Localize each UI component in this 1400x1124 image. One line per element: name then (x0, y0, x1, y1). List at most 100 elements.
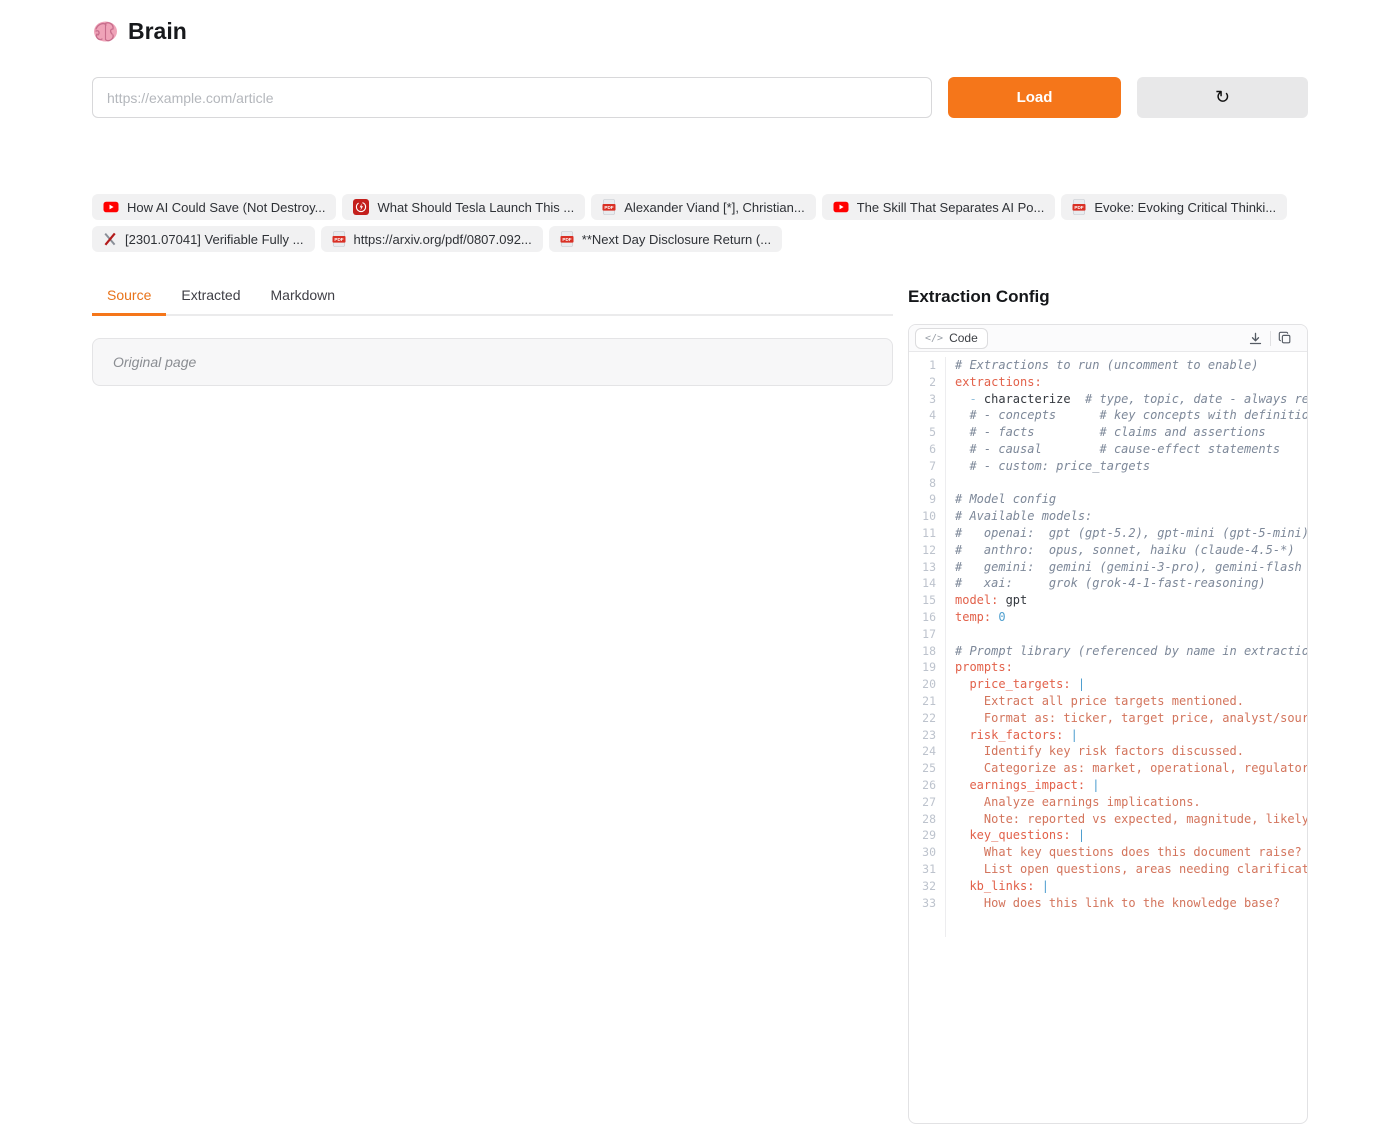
line-number: 18 (909, 643, 936, 660)
chip-label: **Next Day Disclosure Return (... (582, 232, 771, 247)
line-number: 32 (909, 878, 936, 895)
line-number: 17 (909, 626, 936, 643)
source-panel: SourceExtractedMarkdown Original page (92, 287, 893, 386)
view-tabs: SourceExtractedMarkdown (92, 287, 893, 316)
line-number: 20 (909, 676, 936, 693)
line-number: 26 (909, 777, 936, 794)
line-number: 29 (909, 827, 936, 844)
code-line: extractions: (955, 374, 1307, 391)
line-number: 14 (909, 575, 936, 592)
download-icon (1248, 331, 1263, 346)
copy-icon (1278, 331, 1292, 345)
app-container: Brain Load ↻ How AI Could Save (Not Dest… (92, 0, 1308, 1124)
line-number: 16 (909, 609, 936, 626)
code-area[interactable]: 1234567891011121314151617181920212223242… (909, 352, 1307, 937)
source-chip[interactable]: PDF **Next Day Disclosure Return (... (549, 226, 782, 252)
line-number: 1 (909, 357, 936, 374)
copy-button[interactable] (1271, 331, 1299, 345)
code-line: What key questions does this document ra… (955, 844, 1307, 861)
source-chip[interactable]: [2301.07041] Verifiable Fully ... (92, 226, 315, 252)
chip-label: https://arxiv.org/pdf/0807.092... (354, 232, 532, 247)
line-number: 31 (909, 861, 936, 878)
line-number: 4 (909, 407, 936, 424)
source-chip[interactable]: The Skill That Separates AI Po... (822, 194, 1056, 220)
line-number: 13 (909, 559, 936, 576)
load-button[interactable]: Load (948, 77, 1121, 118)
url-input[interactable] (92, 77, 932, 118)
code-line: model: gpt (955, 592, 1307, 609)
bolt-icon (353, 199, 369, 215)
code-line: key_questions: | (955, 827, 1307, 844)
chip-label: How AI Could Save (Not Destroy... (127, 200, 325, 215)
code-line: List open questions, areas needing clari… (955, 861, 1307, 878)
code-line: Format as: ticker, target price, analyst… (955, 710, 1307, 727)
pdf-icon: PDF (602, 199, 616, 215)
url-row: Load ↻ (92, 77, 1308, 118)
chip-label: The Skill That Separates AI Po... (857, 200, 1045, 215)
placeholder-text: Original page (113, 354, 196, 370)
tab-markdown[interactable]: Markdown (256, 287, 351, 316)
source-chip-list: How AI Could Save (Not Destroy... What Sh… (92, 194, 1308, 252)
code-line: # Available models: (955, 508, 1307, 525)
line-number: 6 (909, 441, 936, 458)
code-line: Note: reported vs expected, magnitude, l… (955, 811, 1307, 828)
code-line (955, 626, 1307, 643)
code-line: # - causal # cause-effect statements (955, 441, 1307, 458)
code-line: How does this link to the knowledge base… (955, 895, 1307, 912)
source-chip[interactable]: PDF Alexander Viand [*], Christian... (591, 194, 815, 220)
code-line: risk_factors: | (955, 727, 1307, 744)
youtube-icon (103, 199, 119, 215)
main-columns: SourceExtractedMarkdown Original page Ex… (92, 287, 1308, 1124)
code-tab-label: Code (949, 331, 978, 345)
pdf-icon: PDF (332, 231, 346, 247)
line-number: 10 (909, 508, 936, 525)
chip-label: Alexander Viand [*], Christian... (624, 200, 804, 215)
line-number: 25 (909, 760, 936, 777)
code-line: kb_links: | (955, 878, 1307, 895)
code-line: # Extractions to run (uncomment to enabl… (955, 357, 1307, 374)
code-tab[interactable]: </> Code (915, 328, 988, 349)
source-chip[interactable]: What Should Tesla Launch This ... (342, 194, 585, 220)
code-line: # gemini: gemini (gemini-3-pro), gemini-… (955, 559, 1307, 576)
svg-text:PDF: PDF (562, 237, 571, 242)
line-number: 24 (909, 743, 936, 760)
line-number: 33 (909, 895, 936, 912)
config-code-editor: </> Code (908, 324, 1308, 1124)
refresh-button[interactable]: ↻ (1137, 77, 1308, 118)
line-number: 3 (909, 391, 936, 408)
line-number: 9 (909, 491, 936, 508)
line-number: 2 (909, 374, 936, 391)
code-line: # xai: grok (grok-4-1-fast-reasoning) (955, 575, 1307, 592)
source-chip[interactable]: PDF https://arxiv.org/pdf/0807.092... (321, 226, 543, 252)
refresh-icon: ↻ (1215, 87, 1230, 107)
svg-text:PDF: PDF (605, 205, 614, 210)
code-line (955, 475, 1307, 492)
line-number: 5 (909, 424, 936, 441)
tab-source[interactable]: Source (92, 287, 166, 316)
editor-actions (1241, 331, 1299, 346)
tab-extracted[interactable]: Extracted (166, 287, 255, 316)
code-line: # - custom: price_targets (955, 458, 1307, 475)
line-number: 22 (909, 710, 936, 727)
code-line: price_targets: | (955, 676, 1307, 693)
line-number: 15 (909, 592, 936, 609)
code-line: # Prompt library (referenced by name in … (955, 643, 1307, 660)
chip-label: [2301.07041] Verifiable Fully ... (125, 232, 304, 247)
line-number: 30 (909, 844, 936, 861)
code-lines[interactable]: # Extractions to run (uncomment to enabl… (946, 357, 1307, 937)
page-title: Brain (128, 18, 187, 45)
chip-label: What Should Tesla Launch This ... (377, 200, 574, 215)
download-button[interactable] (1241, 331, 1270, 346)
line-number: 28 (909, 811, 936, 828)
code-line: Extract all price targets mentioned. (955, 693, 1307, 710)
line-number: 19 (909, 659, 936, 676)
line-number-gutter: 1234567891011121314151617181920212223242… (909, 357, 946, 937)
code-line: Identify key risk factors discussed. (955, 743, 1307, 760)
code-line: - characterize # type, topic, date - alw… (955, 391, 1307, 408)
source-chip[interactable]: How AI Could Save (Not Destroy... (92, 194, 336, 220)
source-chip[interactable]: PDFEvoke: Evoking Critical Thinki... (1061, 194, 1287, 220)
line-number: 11 (909, 525, 936, 542)
code-line: temp: 0 (955, 609, 1307, 626)
chip-label: Evoke: Evoking Critical Thinki... (1094, 200, 1276, 215)
code-line: Analyze earnings implications. (955, 794, 1307, 811)
